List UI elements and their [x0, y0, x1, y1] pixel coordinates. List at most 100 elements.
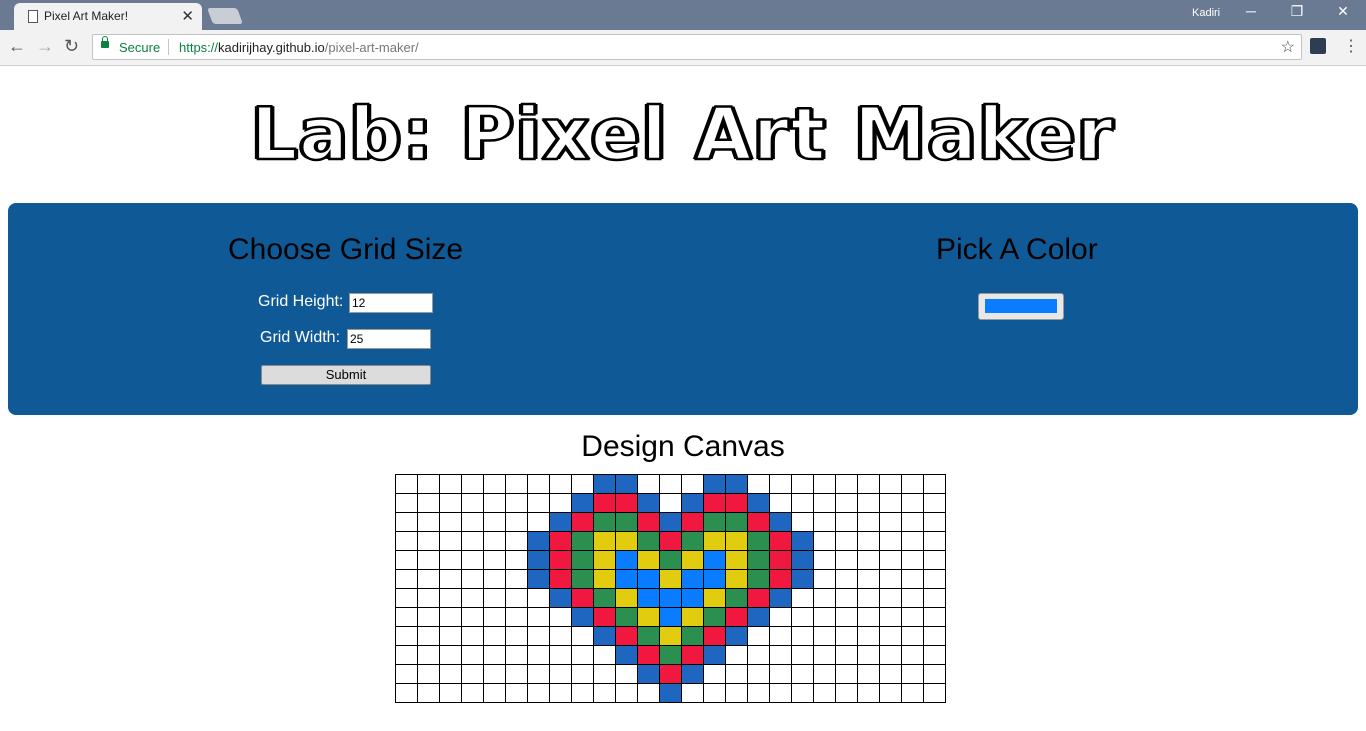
grid-cell[interactable] [439, 664, 462, 684]
minimize-icon[interactable]: ─ [1236, 3, 1266, 19]
grid-cell[interactable] [725, 512, 748, 532]
grid-cell[interactable] [901, 607, 924, 627]
grid-cell[interactable] [769, 474, 792, 494]
grid-cell[interactable] [395, 664, 418, 684]
grid-cell[interactable] [835, 645, 858, 665]
grid-cell[interactable] [549, 550, 572, 570]
grid-cell[interactable] [703, 683, 726, 703]
grid-cell[interactable] [703, 493, 726, 513]
grid-cell[interactable] [813, 474, 836, 494]
grid-cell[interactable] [901, 474, 924, 494]
grid-cell[interactable] [703, 531, 726, 551]
menu-icon[interactable]: ⋮ [1343, 36, 1359, 56]
grid-cell[interactable] [769, 493, 792, 513]
grid-cell[interactable] [571, 474, 594, 494]
grid-cell[interactable] [747, 531, 770, 551]
grid-cell[interactable] [923, 683, 946, 703]
grid-cell[interactable] [791, 645, 814, 665]
grid-cell[interactable] [879, 550, 902, 570]
grid-cell[interactable] [813, 550, 836, 570]
grid-cell[interactable] [549, 512, 572, 532]
grid-cell[interactable] [725, 607, 748, 627]
grid-cell[interactable] [615, 493, 638, 513]
grid-cell[interactable] [593, 683, 616, 703]
grid-cell[interactable] [747, 474, 770, 494]
grid-cell[interactable] [725, 664, 748, 684]
address-bar[interactable]: Secure https://kadirijhay.github.io/pixe… [92, 34, 1302, 60]
grid-cell[interactable] [395, 588, 418, 608]
new-tab-button[interactable] [207, 8, 243, 24]
grid-cell[interactable] [901, 645, 924, 665]
grid-cell[interactable] [549, 683, 572, 703]
grid-cell[interactable] [813, 569, 836, 589]
grid-cell[interactable] [659, 588, 682, 608]
grid-cell[interactable] [483, 550, 506, 570]
grid-cell[interactable] [505, 550, 528, 570]
grid-cell[interactable] [395, 512, 418, 532]
grid-cell[interactable] [483, 626, 506, 646]
grid-cell[interactable] [791, 550, 814, 570]
grid-cell[interactable] [593, 531, 616, 551]
grid-cell[interactable] [813, 645, 836, 665]
grid-cell[interactable] [857, 569, 880, 589]
grid-cell[interactable] [703, 664, 726, 684]
grid-cell[interactable] [747, 569, 770, 589]
grid-cell[interactable] [505, 531, 528, 551]
grid-cell[interactable] [483, 569, 506, 589]
grid-cell[interactable] [461, 683, 484, 703]
grid-cell[interactable] [879, 474, 902, 494]
grid-cell[interactable] [791, 531, 814, 551]
grid-cell[interactable] [703, 569, 726, 589]
grid-cell[interactable] [879, 664, 902, 684]
grid-cell[interactable] [615, 569, 638, 589]
grid-cell[interactable] [395, 626, 418, 646]
grid-cell[interactable] [461, 569, 484, 589]
grid-cell[interactable] [681, 626, 704, 646]
grid-cell[interactable] [549, 645, 572, 665]
grid-cell[interactable] [791, 588, 814, 608]
grid-cell[interactable] [923, 626, 946, 646]
grid-cell[interactable] [681, 512, 704, 532]
grid-cell[interactable] [879, 512, 902, 532]
grid-cell[interactable] [637, 531, 660, 551]
grid-cell[interactable] [417, 531, 440, 551]
grid-cell[interactable] [395, 493, 418, 513]
grid-height-input[interactable] [349, 293, 433, 313]
grid-cell[interactable] [505, 493, 528, 513]
grid-cell[interactable] [835, 607, 858, 627]
grid-cell[interactable] [923, 493, 946, 513]
grid-cell[interactable] [637, 607, 660, 627]
grid-cell[interactable] [439, 588, 462, 608]
grid-cell[interactable] [725, 588, 748, 608]
grid-cell[interactable] [417, 683, 440, 703]
grid-cell[interactable] [791, 474, 814, 494]
grid-cell[interactable] [725, 645, 748, 665]
grid-cell[interactable] [461, 607, 484, 627]
grid-cell[interactable] [901, 512, 924, 532]
grid-cell[interactable] [439, 531, 462, 551]
grid-cell[interactable] [483, 607, 506, 627]
grid-cell[interactable] [923, 664, 946, 684]
grid-cell[interactable] [857, 683, 880, 703]
grid-cell[interactable] [791, 683, 814, 703]
grid-cell[interactable] [681, 493, 704, 513]
grid-cell[interactable] [659, 474, 682, 494]
grid-cell[interactable] [483, 493, 506, 513]
grid-cell[interactable] [417, 512, 440, 532]
grid-cell[interactable] [527, 474, 550, 494]
grid-cell[interactable] [615, 626, 638, 646]
grid-cell[interactable] [747, 683, 770, 703]
grid-cell[interactable] [835, 550, 858, 570]
grid-cell[interactable] [571, 493, 594, 513]
grid-cell[interactable] [835, 474, 858, 494]
grid-cell[interactable] [747, 493, 770, 513]
grid-cell[interactable] [549, 474, 572, 494]
grid-cell[interactable] [615, 531, 638, 551]
grid-cell[interactable] [813, 626, 836, 646]
grid-cell[interactable] [659, 550, 682, 570]
grid-cell[interactable] [681, 474, 704, 494]
grid-cell[interactable] [549, 493, 572, 513]
grid-cell[interactable] [461, 493, 484, 513]
grid-cell[interactable] [549, 607, 572, 627]
grid-cell[interactable] [593, 474, 616, 494]
